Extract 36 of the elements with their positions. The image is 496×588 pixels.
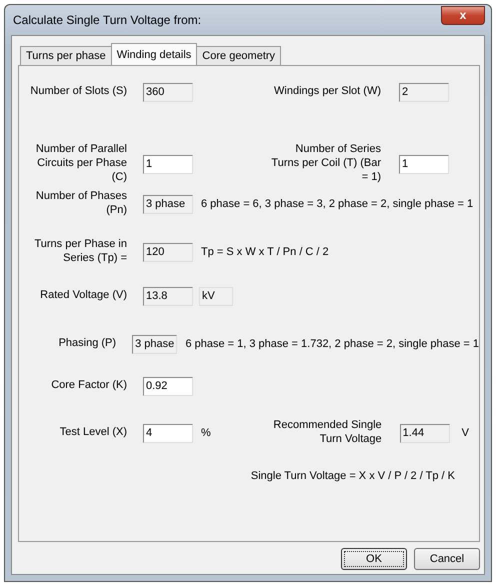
tab[interactable]: Winding details [110, 43, 198, 65]
close-button[interactable]: x [441, 6, 485, 24]
tab[interactable]: Core geometry [196, 46, 282, 65]
field-label: Number of Series Turns per Coil (T) (Bar = 1) [270, 143, 381, 185]
input-field[interactable]: 1.44 [400, 424, 450, 442]
hint-text: 6 phase = 6, 3 phase = 3, 2 phase = 2, single phase = 1 [201, 198, 474, 210]
field-label: Windings per Slot (W) [273, 85, 381, 99]
field-label: Rated Voltage (V) [39, 289, 127, 303]
field-label: Phasing (P) [58, 337, 116, 351]
tab[interactable]: Turns per phase [20, 46, 112, 65]
cancel-button[interactable]: Cancel [414, 548, 480, 570]
hint-text: Tp = S x W x T / Pn / C / 2 [201, 246, 329, 258]
input-field[interactable]: 2 [399, 82, 449, 102]
window-title: Calculate Single Turn Voltage from: [12, 13, 202, 27]
input-field[interactable]: 3 phase [132, 334, 178, 354]
ok-button[interactable]: OK [341, 548, 407, 570]
field-label: Number of Slots (S) [29, 85, 127, 99]
field-label: Test Level (X) [58, 426, 127, 440]
field-label: Core Factor (K) [50, 379, 127, 393]
unit-field: kV [199, 286, 233, 306]
input-field[interactable]: 13.8 [143, 286, 193, 306]
field-label: Number of Phases (Pn) [34, 190, 127, 218]
input-field[interactable]: 120 [143, 242, 193, 262]
input-field[interactable]: 360 [143, 82, 193, 102]
input-field[interactable]: 4 [143, 424, 193, 442]
input-field[interactable]: 0.92 [143, 376, 193, 396]
formula-text: Single Turn Voltage = X x V / P / 2 / Tp / K [250, 470, 455, 482]
input-field[interactable]: 3 phase [143, 194, 193, 214]
input-field[interactable]: 1 [399, 154, 449, 174]
field-label: Turns per Phase in Series (Tp) = [33, 238, 127, 266]
field-label: Recommended Single Turn Voltage [272, 419, 382, 447]
unit-label: % [201, 427, 211, 439]
input-field[interactable]: 1 [143, 154, 193, 174]
field-label: Number of Parallel Circuits per Phase (C) [34, 143, 127, 185]
unit-label: V [462, 427, 469, 439]
hint-text: 6 phase = 1, 3 phase = 1.732, 2 phase = 2, single phase = 1 [185, 338, 479, 350]
